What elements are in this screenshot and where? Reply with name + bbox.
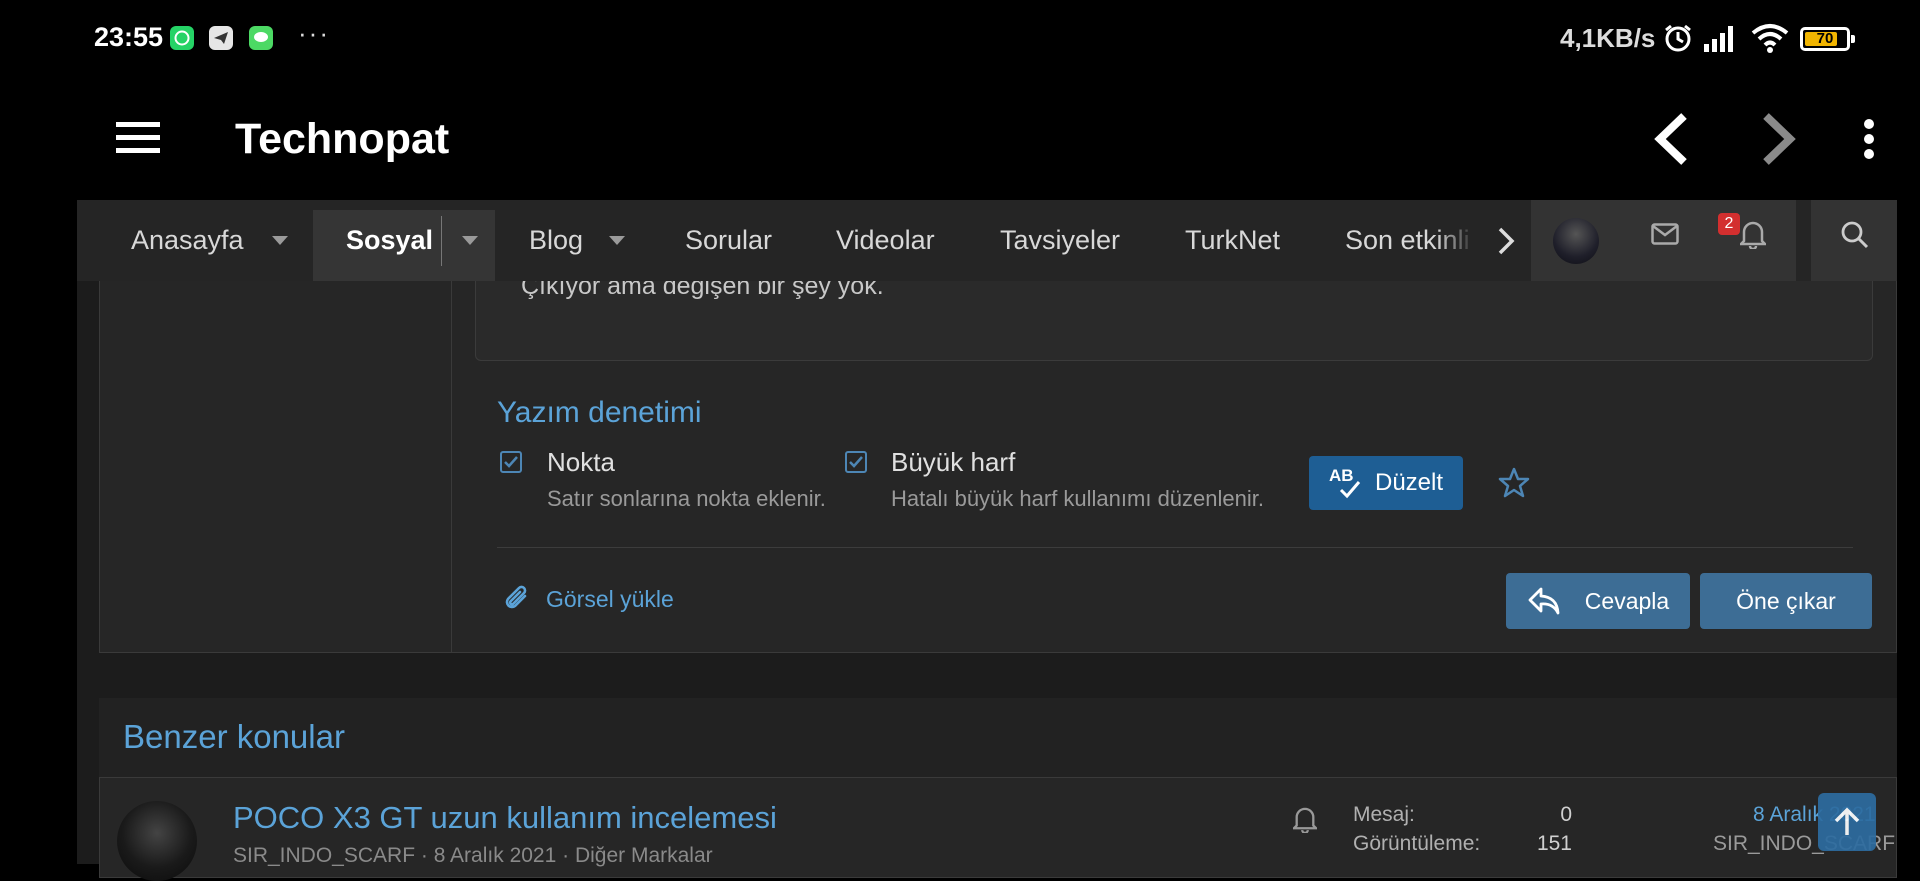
nav-item-son-etkinlik[interactable]: Son etkinli	[1345, 200, 1475, 281]
nav-item-label: Tavsiyeler	[1000, 225, 1121, 255]
chevron-down-icon[interactable]	[609, 236, 626, 245]
arrow-up-icon	[1834, 807, 1860, 835]
signal-icon	[1702, 22, 1740, 59]
nav-item-label: Blog	[529, 225, 584, 255]
fix-button[interactable]: AB Düzelt	[1309, 456, 1463, 510]
reply-button[interactable]: Cevapla	[1506, 573, 1690, 629]
option-buyuk-harf-desc: Hatalı büyük harf kullanımı düzenlenir.	[891, 486, 1264, 511]
menu-icon[interactable]	[116, 120, 160, 159]
nav-item-label: Sorular	[685, 225, 773, 255]
alarm-icon	[1662, 22, 1694, 59]
star-icon[interactable]	[1498, 467, 1530, 504]
chevron-right-icon[interactable]	[1496, 226, 1516, 261]
nav-item-blog[interactable]: Blog	[529, 200, 626, 281]
chevron-down-icon[interactable]	[271, 236, 288, 245]
nav-item-videolar[interactable]: Videolar	[836, 200, 935, 281]
feature-button[interactable]: Öne çıkar	[1700, 573, 1872, 629]
messages-icon	[249, 26, 273, 50]
option-nokta-title[interactable]: Nokta	[547, 447, 615, 478]
fix-button-label: Düzelt	[1374, 469, 1444, 496]
nav-split-divider	[441, 215, 443, 266]
nav-item-label: Anasayfa	[131, 225, 244, 255]
nav-item-label: TurkNet	[1185, 225, 1281, 255]
upload-label: Görsel yükle	[546, 585, 674, 612]
nav-item-label: Sosyal	[346, 225, 434, 255]
forward-arrow-icon[interactable]	[1758, 112, 1798, 171]
wifi-icon	[1750, 22, 1790, 59]
chevron-down-icon[interactable]	[462, 236, 479, 245]
spellcheck-title: Yazım denetimi	[497, 396, 702, 429]
thread-author-avatar[interactable]	[117, 801, 197, 881]
similar-threads-title: Benzer konular	[123, 718, 345, 755]
image-upload-link[interactable]: Görsel yükle	[503, 584, 674, 614]
check-icon	[849, 456, 863, 468]
nav-item-sosyal[interactable]: Sosyal	[346, 200, 479, 281]
option-nokta-desc: Satır sonlarına nokta eklenir.	[547, 486, 826, 511]
bell-icon[interactable]	[1737, 219, 1769, 254]
nav-item-sorular[interactable]: Sorular	[685, 200, 772, 281]
nav-item-turknet[interactable]: TurkNet	[1185, 200, 1280, 281]
reply-sidebar-divider	[451, 281, 452, 653]
thread-watch-bell-icon[interactable]	[1291, 805, 1319, 838]
battery-level: 70	[1816, 30, 1834, 47]
battery-icon: 70	[1800, 27, 1855, 51]
whatsapp-icon	[170, 26, 194, 50]
telegram-icon	[209, 26, 233, 50]
scroll-to-top-button[interactable]	[1818, 793, 1876, 851]
stat-views-value: 151	[1536, 832, 1572, 855]
form-divider	[497, 547, 1853, 548]
nav-item-anasayfa[interactable]: Anasayfa	[131, 200, 288, 281]
paperclip-icon	[505, 585, 527, 609]
check-icon	[504, 456, 518, 468]
network-speed: 4,1KB/s	[1560, 23, 1656, 53]
more-vert-icon[interactable]	[1862, 118, 1876, 165]
option-buyuk-harf-title[interactable]: Büyük harf	[891, 447, 1015, 478]
nav-item-tavsiyeler[interactable]: Tavsiyeler	[1000, 200, 1120, 281]
app-title: Technopat	[235, 115, 450, 163]
mail-icon[interactable]	[1651, 223, 1679, 250]
status-more-dots: ···	[298, 18, 330, 48]
checkbox-buyuk-harf[interactable]	[845, 451, 867, 473]
thread-title-link[interactable]: POCO X3 GT uzun kullanım incelemesi	[233, 800, 777, 836]
similar-threads-header	[99, 698, 1897, 778]
nav-item-label: Son etkinli	[1345, 225, 1470, 255]
user-avatar[interactable]	[1553, 218, 1599, 264]
checkbox-nokta[interactable]	[500, 451, 522, 473]
spellcheck-icon: AB	[1329, 466, 1363, 500]
back-arrow-icon[interactable]	[1652, 112, 1692, 171]
feature-button-label: Öne çıkar	[1736, 587, 1836, 614]
stat-views-label: Görüntüleme:	[1353, 832, 1481, 855]
reply-icon	[1528, 587, 1560, 615]
notification-badge: 2	[1718, 213, 1740, 235]
nav-item-label: Videolar	[836, 225, 935, 255]
stat-replies-value: 0	[1560, 803, 1572, 826]
status-time: 23:55	[94, 22, 164, 52]
reply-button-label: Cevapla	[1584, 587, 1670, 614]
thread-meta: SIR_INDO_SCARF · 8 Aralık 2021 · Diğer M…	[233, 844, 713, 867]
search-icon[interactable]	[1840, 220, 1870, 255]
stat-replies-label: Mesaj:	[1353, 803, 1415, 826]
